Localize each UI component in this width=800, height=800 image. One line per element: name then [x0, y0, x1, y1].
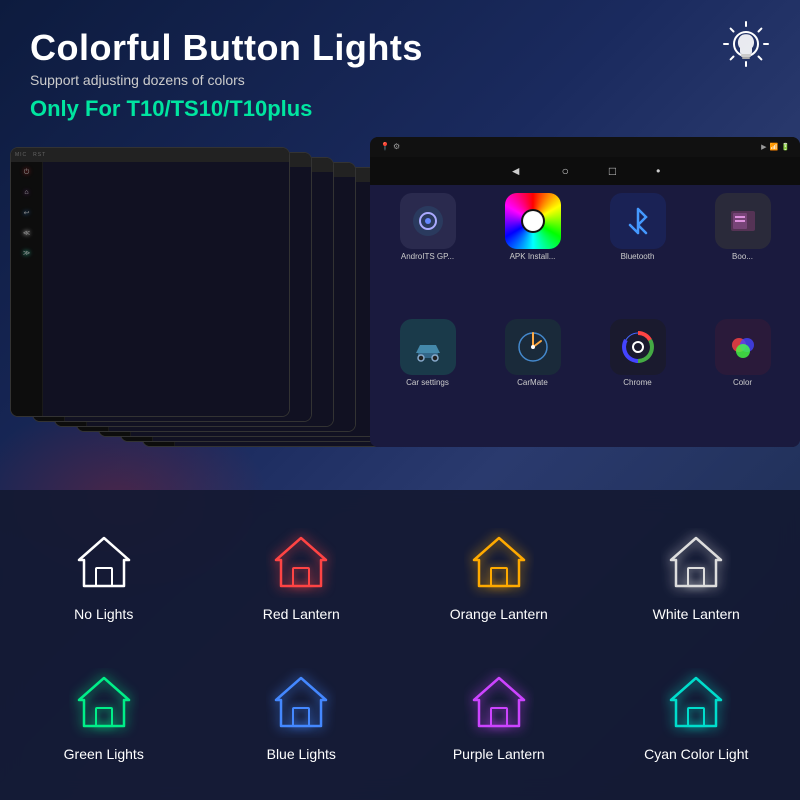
nav-dot: • [656, 164, 660, 178]
light-item-white-lantern[interactable]: White Lantern [603, 510, 791, 640]
light-label-white-lantern: White Lantern [653, 606, 740, 623]
light-label-purple-lantern: Purple Lantern [453, 746, 545, 763]
house-icon-white-lantern [661, 528, 731, 598]
app-apk[interactable]: APK Install... [483, 193, 582, 313]
app-car-settings[interactable]: Car settings [378, 319, 477, 439]
house-icon-cyan-color-light [661, 668, 731, 738]
app-color[interactable]: Color [693, 319, 792, 439]
house-icon-red-lantern [266, 528, 336, 598]
app-chrome[interactable]: Chrome [588, 319, 687, 439]
app-androits[interactable]: AndroITS GP... [378, 193, 477, 313]
light-panel: No Lights Red Lantern [0, 490, 800, 800]
android-screen: 📍 ⚙ ▶ 📶 🔋 ◄ ○ □ • [370, 137, 800, 447]
light-item-green-lights[interactable]: Green Lights [10, 650, 198, 780]
app-books[interactable]: Boo... [693, 193, 792, 313]
house-icon-green-lights [69, 668, 139, 738]
house-icon-purple-lantern [464, 668, 534, 738]
screens-area: MIC RST ⏻ ⌂ ↩ ≪ ≫ MIC RST [0, 137, 800, 477]
light-label-red-lantern: Red Lantern [263, 606, 340, 623]
light-item-blue-lights[interactable]: Blue Lights [208, 650, 396, 780]
house-icon-orange-lantern [464, 528, 534, 598]
light-item-purple-lantern[interactable]: Purple Lantern [405, 650, 593, 780]
light-label-no-lights: No Lights [74, 606, 133, 623]
light-item-red-lantern[interactable]: Red Lantern [208, 510, 396, 640]
house-icon-no-lights [69, 528, 139, 598]
screen-stack: MIC RST ⏻ ⌂ ↩ ≪ ≫ MIC RST [10, 147, 420, 447]
app-bluetooth[interactable]: Bluetooth [588, 193, 687, 313]
header-section: Colorful Button Lights Support adjusting… [0, 0, 800, 132]
bulb-icon [722, 20, 770, 68]
light-label-green-lights: Green Lights [64, 746, 144, 763]
light-label-blue-lights: Blue Lights [267, 746, 336, 763]
light-grid: No Lights Red Lantern [0, 490, 800, 800]
light-item-cyan-color-light[interactable]: Cyan Color Light [603, 650, 791, 780]
light-item-no-lights[interactable]: No Lights [10, 510, 198, 640]
light-item-orange-lantern[interactable]: Orange Lantern [405, 510, 593, 640]
page-title: Colorful Button Lights [30, 28, 770, 68]
app-carmate[interactable]: CarMate [483, 319, 582, 439]
house-icon-blue-lights [266, 668, 336, 738]
screen-card-7: MIC RST ⏻ ⌂ ↩ ≪ ≫ [10, 147, 290, 417]
light-label-cyan-color-light: Cyan Color Light [644, 746, 748, 763]
nav-recent[interactable]: □ [609, 164, 616, 178]
light-label-orange-lantern: Orange Lantern [450, 606, 548, 623]
compatible-models: Only For T10/TS10/T10plus [30, 96, 770, 122]
page-subtitle: Support adjusting dozens of colors [30, 72, 770, 88]
nav-back[interactable]: ◄ [510, 164, 522, 178]
nav-home[interactable]: ○ [562, 164, 569, 178]
